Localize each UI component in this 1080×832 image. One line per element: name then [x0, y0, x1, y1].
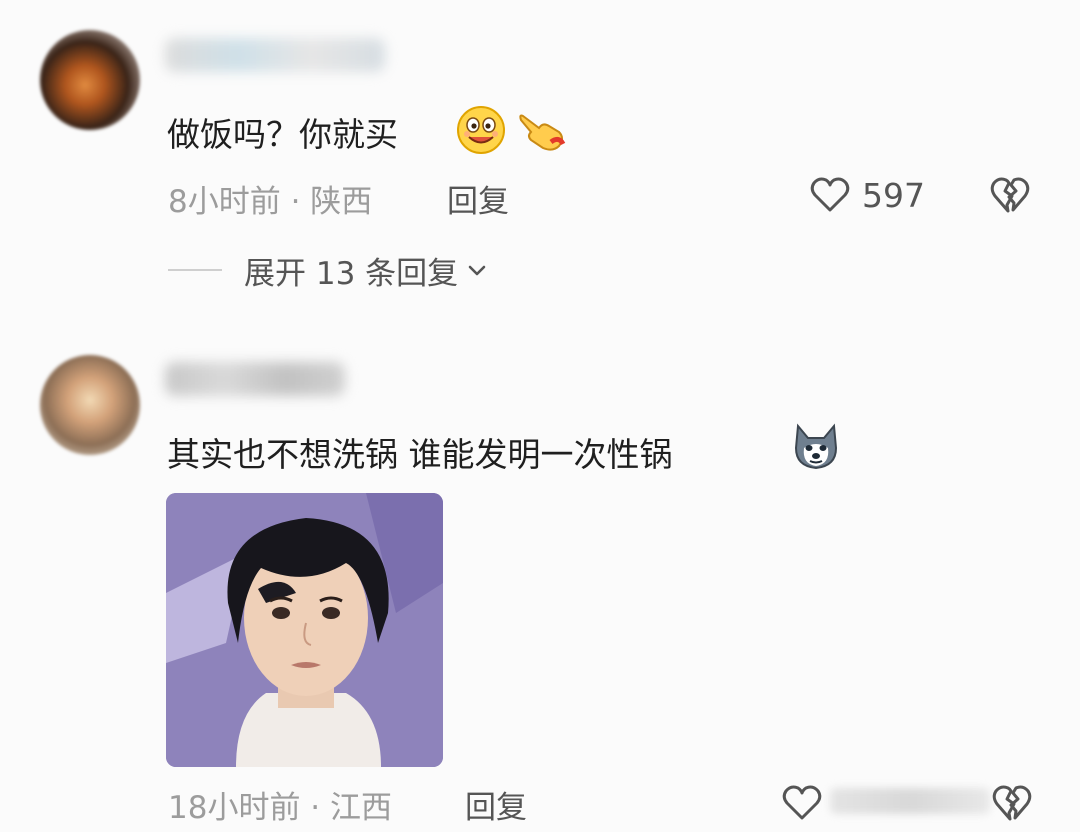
- broken-heart-icon[interactable]: [988, 172, 1032, 216]
- comment-timestamp-location: 8小时前 · 陕西: [168, 184, 373, 220]
- username-blurred[interactable]: [165, 362, 345, 396]
- divider-line: [168, 269, 222, 271]
- reply-button[interactable]: 回复: [447, 176, 509, 221]
- comment-text: 其实也不想洗锅 谁能发明一次性锅: [167, 435, 673, 474]
- reply-button[interactable]: 回复: [465, 782, 527, 827]
- username-blurred[interactable]: [165, 38, 385, 72]
- broken-heart-icon[interactable]: [990, 780, 1034, 824]
- reaction-photo: [166, 493, 443, 767]
- pointing-hand-emoji: [519, 114, 566, 151]
- comment-attached-photo[interactable]: [166, 493, 443, 767]
- expand-replies-label: 展开 13 条回复: [244, 255, 459, 292]
- like-count: 597: [862, 176, 925, 215]
- watermark-blurred: [830, 788, 990, 814]
- comment-text: 做饭吗？你就买: [167, 115, 398, 154]
- chevron-down-icon: [468, 265, 486, 276]
- grinning-face-emoji: [457, 106, 505, 154]
- comment-timestamp-location: 18小时前 · 江西: [168, 790, 393, 826]
- heart-icon[interactable]: [780, 780, 824, 824]
- avatar[interactable]: [40, 30, 140, 130]
- heart-icon[interactable]: [808, 172, 852, 216]
- husky-dog-emoji: [794, 423, 838, 470]
- expand-replies-button[interactable]: 展开 13 条回复: [168, 248, 488, 292]
- avatar[interactable]: [40, 355, 140, 455]
